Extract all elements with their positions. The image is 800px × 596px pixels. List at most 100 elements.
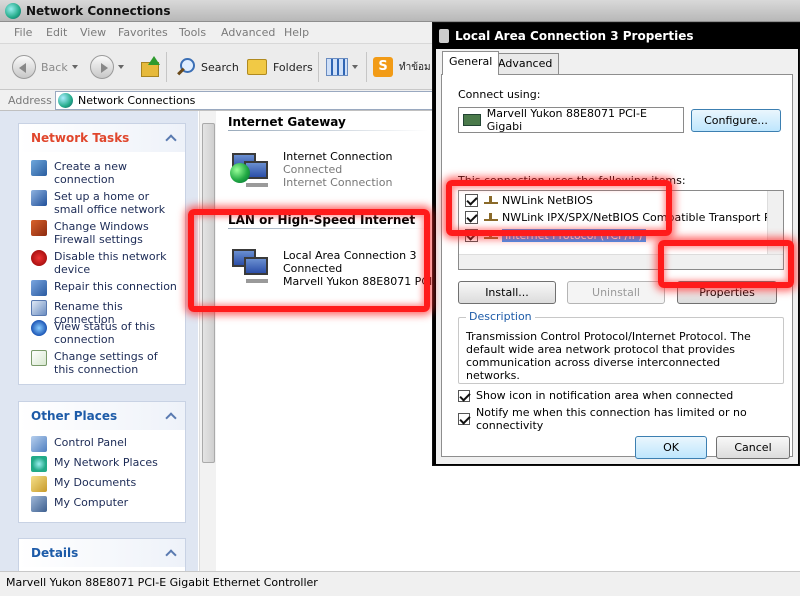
collapse-chevron-icon[interactable] [165, 412, 177, 424]
local-area-connection-item[interactable]: Local Area Connection 3 Connected Marvel… [283, 249, 443, 288]
tab-general[interactable]: General [442, 51, 500, 75]
configure-button[interactable]: Configure... [691, 109, 781, 132]
place-control-panel[interactable]: Control Panel [19, 434, 185, 454]
back-arrow-icon [12, 55, 36, 79]
internet-connection-item[interactable]: Internet Connection Connected Internet C… [283, 150, 392, 189]
other-places-header[interactable]: Other Places [19, 402, 185, 430]
gateway-group-header: Internet Gateway [228, 115, 346, 129]
group-divider [228, 130, 428, 131]
connect-using-label: Connect using: [458, 88, 541, 101]
place-network-places[interactable]: My Network Places [19, 454, 185, 474]
s-app-icon: S [373, 57, 393, 77]
chevron-down-icon [118, 65, 124, 69]
network-places-icon [31, 456, 47, 472]
menu-edit[interactable]: Edit [46, 26, 67, 39]
show-icon-option[interactable]: Show icon in notification area when conn… [458, 389, 733, 402]
items-label: This connection uses the following items… [458, 174, 686, 187]
collapse-chevron-icon[interactable] [165, 549, 177, 561]
properties-button[interactable]: Properties [677, 281, 777, 304]
new-connection-icon [31, 160, 47, 176]
list-horizontal-scrollbar[interactable] [459, 254, 783, 269]
collapse-chevron-icon[interactable] [165, 134, 177, 146]
protocol-icon [484, 196, 498, 204]
item-checkbox[interactable] [465, 193, 478, 207]
show-icon-checkbox[interactable] [458, 389, 470, 402]
connection-device: Marvell Yukon 88E8071 PCI-E [283, 275, 444, 288]
task-label: Repair this connection [54, 280, 177, 293]
task-label: View status of this connection [54, 320, 156, 346]
s-toolbar-button[interactable]: S ทำข้อม [373, 53, 431, 81]
menu-favorites[interactable]: Favorites [118, 26, 168, 39]
place-label: My Network Places [54, 456, 158, 469]
task-home-network[interactable]: Set up a home or small office network [19, 188, 185, 218]
toolbar-separator [366, 52, 367, 82]
task-create-connection[interactable]: Create a new connection [19, 158, 185, 188]
place-my-computer[interactable]: My Computer [19, 494, 185, 514]
up-folder-button[interactable] [140, 53, 162, 81]
search-button[interactable]: Search [174, 53, 239, 81]
item-checkbox[interactable] [465, 228, 478, 242]
task-label: Change settings of this connection [54, 350, 158, 376]
menu-view[interactable]: View [80, 26, 106, 39]
task-rename[interactable]: Rename this connection [19, 298, 185, 326]
list-item-selected[interactable]: Internet Protocol (TCP/IP) [459, 227, 767, 243]
back-button[interactable]: Back [12, 53, 78, 81]
item-checkbox[interactable] [465, 210, 478, 224]
components-list[interactable]: NWLink NetBIOS NWLink IPX/SPX/NetBIOS Co… [458, 190, 784, 270]
adapter-name: Marvell Yukon 88E8071 PCI-E Gigabi [486, 107, 647, 133]
menu-file[interactable]: File [14, 26, 32, 39]
status-icon [31, 320, 47, 336]
cancel-button[interactable]: Cancel [716, 436, 790, 459]
connection-status: Connected [283, 262, 343, 275]
list-item[interactable]: NWLink IPX/SPX/NetBIOS Compatible Transp… [459, 209, 783, 225]
network-tasks-header[interactable]: Network Tasks [19, 124, 185, 152]
task-change-settings[interactable]: Change settings of this connection [19, 348, 185, 378]
address-label: Address [8, 94, 52, 107]
menu-advanced[interactable]: Advanced [221, 26, 275, 39]
properties-dialog: Local Area Connection 3 Properties Gener… [432, 22, 800, 466]
task-label: Disable this network device [54, 250, 167, 276]
protocol-icon [484, 213, 498, 221]
notify-option[interactable]: Notify me when this connection has limit… [458, 406, 792, 432]
dialog-title-bar: Local Area Connection 3 Properties [433, 23, 800, 49]
list-vertical-scrollbar[interactable] [767, 191, 783, 255]
ok-button[interactable]: OK [635, 436, 707, 459]
uninstall-button[interactable]: Uninstall [567, 281, 665, 304]
search-icon [174, 56, 196, 78]
other-places-panel: Other Places Control Panel My Network Pl… [18, 401, 186, 523]
install-button[interactable]: Install... [458, 281, 556, 304]
other-places-title: Other Places [31, 409, 118, 423]
views-button[interactable] [326, 53, 358, 81]
notify-label: Notify me when this connection has limit… [476, 406, 747, 432]
network-connections-icon [5, 3, 21, 19]
task-pane-scrollbar[interactable] [199, 111, 216, 571]
task-firewall[interactable]: Change Windows Firewall settings [19, 218, 185, 248]
task-label: Set up a home or small office network [54, 190, 166, 216]
menu-help[interactable]: Help [284, 26, 309, 39]
task-pane: Network Tasks Create a new connection Se… [0, 111, 198, 578]
control-panel-icon [31, 436, 47, 452]
forward-button[interactable] [90, 53, 124, 81]
tab-advanced[interactable]: Advanced [491, 53, 560, 74]
dialog-body: General Advanced Connect using: Marvell … [436, 49, 798, 464]
list-item[interactable]: NWLink NetBIOS [459, 192, 767, 208]
place-label: My Documents [54, 476, 137, 489]
network-connections-icon [58, 93, 73, 108]
lan-connection-icon [230, 245, 270, 289]
place-my-documents[interactable]: My Documents [19, 474, 185, 494]
details-header[interactable]: Details [19, 539, 185, 567]
folders-button[interactable]: Folders [247, 53, 313, 81]
home-network-icon [31, 190, 47, 206]
protocol-icon [484, 231, 498, 239]
firewall-icon [31, 220, 47, 236]
dialog-icon [439, 29, 449, 43]
task-repair[interactable]: Repair this connection [19, 278, 185, 298]
toolbar-separator [166, 52, 167, 82]
task-disable-device[interactable]: Disable this network device [19, 248, 185, 278]
notify-checkbox[interactable] [458, 413, 470, 425]
scrollbar-thumb[interactable] [202, 123, 215, 463]
chevron-down-icon [71, 65, 78, 69]
menu-tools[interactable]: Tools [179, 26, 206, 39]
task-view-status[interactable]: View status of this connection [19, 318, 185, 348]
place-label: My Computer [54, 496, 129, 509]
